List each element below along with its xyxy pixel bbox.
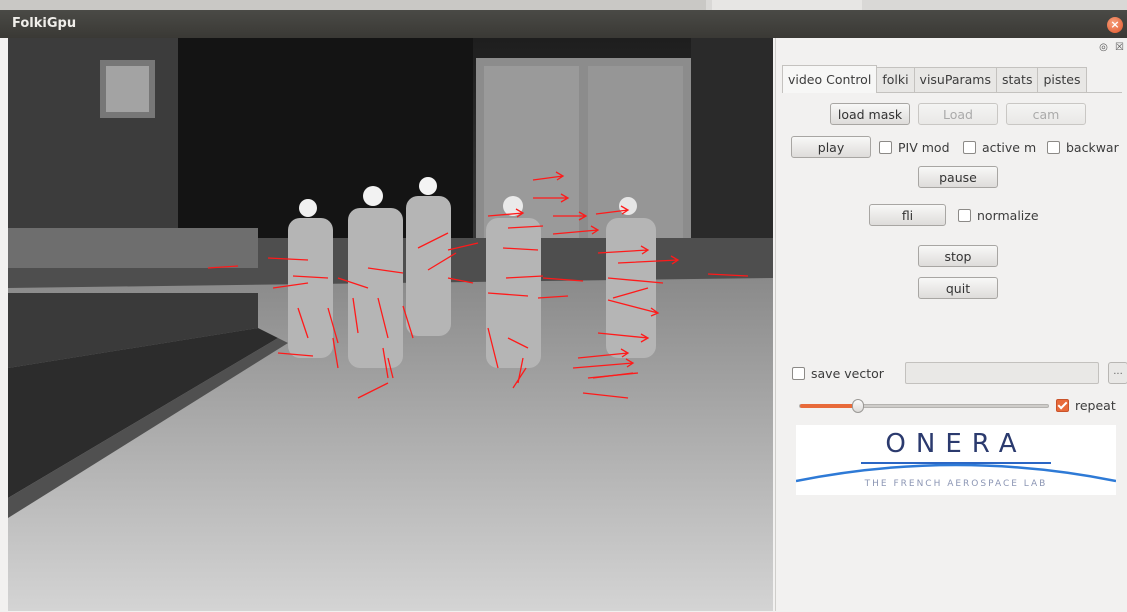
backward-checkbox[interactable]: backwar bbox=[1047, 140, 1126, 155]
video-view[interactable] bbox=[8, 38, 773, 611]
thermal-frame bbox=[8, 38, 773, 611]
play-button[interactable]: play bbox=[791, 136, 871, 158]
window-title: FolkiGpu bbox=[12, 16, 77, 31]
tab-folki[interactable]: folki bbox=[876, 67, 915, 92]
window-titlebar[interactable]: FolkiGpu × bbox=[0, 10, 1127, 38]
save-vector-box[interactable] bbox=[792, 367, 805, 380]
playback-slider[interactable] bbox=[799, 399, 1049, 413]
active-mask-label: active m bbox=[982, 140, 1037, 155]
quit-button[interactable]: quit bbox=[918, 277, 998, 299]
browse-button[interactable]: ... bbox=[1108, 362, 1127, 384]
slider-handle[interactable] bbox=[852, 399, 864, 413]
load-mask-button[interactable]: load mask bbox=[830, 103, 910, 125]
active-mask-checkbox[interactable]: active m bbox=[963, 140, 1045, 155]
normalize-box[interactable] bbox=[958, 209, 971, 222]
cam-button[interactable]: cam bbox=[1006, 103, 1086, 125]
logo-tagline: THE FRENCH AEROSPACE LAB bbox=[864, 479, 1048, 489]
load-button[interactable]: Load bbox=[918, 103, 998, 125]
stop-button[interactable]: stop bbox=[918, 245, 998, 267]
piv-mode-label: PIV mod bbox=[898, 140, 950, 155]
desktop-top-strip bbox=[0, 0, 1127, 10]
backward-label: backwar bbox=[1066, 140, 1119, 155]
piv-mode-checkbox[interactable]: PIV mod bbox=[879, 140, 961, 155]
save-vector-label: save vector bbox=[811, 366, 884, 381]
onera-logo: ONERA THE FRENCH AEROSPACE LAB bbox=[796, 425, 1116, 495]
control-panel: ◎ ☒ video Control folki visuParams stats… bbox=[775, 38, 1127, 611]
active-mask-box[interactable] bbox=[963, 141, 976, 154]
backward-box[interactable] bbox=[1047, 141, 1060, 154]
save-vector-checkbox[interactable]: save vector bbox=[792, 366, 902, 381]
save-path-input[interactable] bbox=[905, 362, 1099, 384]
tab-video-control[interactable]: video Control bbox=[782, 65, 878, 93]
tab-pistes[interactable]: pistes bbox=[1037, 67, 1087, 92]
repeat-checkbox[interactable]: repeat bbox=[1056, 398, 1126, 413]
normalize-checkbox[interactable]: normalize bbox=[958, 208, 1068, 223]
close-icon[interactable]: × bbox=[1107, 17, 1123, 33]
tab-visuparams[interactable]: visuParams bbox=[913, 67, 997, 92]
tab-bar: video Control folki visuParams stats pis… bbox=[782, 65, 1087, 93]
fli-button[interactable]: fli bbox=[869, 204, 946, 226]
tab-content-video-control: load mask Load cam play PIV mod active m… bbox=[782, 92, 1127, 612]
piv-mode-box[interactable] bbox=[879, 141, 892, 154]
normalize-label: normalize bbox=[977, 208, 1039, 223]
repeat-label: repeat bbox=[1075, 398, 1116, 413]
dock-float-close-icon[interactable]: ◎ ☒ bbox=[1099, 42, 1126, 53]
repeat-box[interactable] bbox=[1056, 399, 1069, 412]
tab-stats[interactable]: stats bbox=[995, 67, 1039, 92]
slider-fill bbox=[800, 404, 858, 408]
pause-button[interactable]: pause bbox=[918, 166, 998, 188]
